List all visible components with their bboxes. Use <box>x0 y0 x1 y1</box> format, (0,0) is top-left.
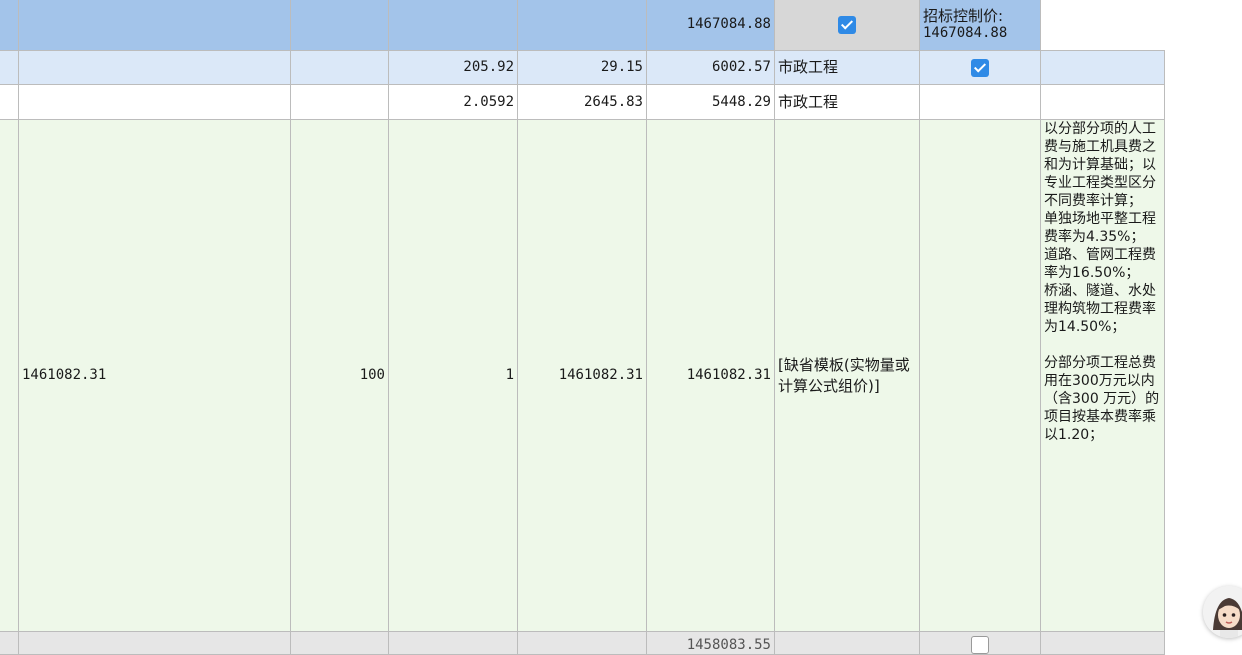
cell-remark[interactable]: 招标控制价: 1467084.88 <box>919 0 1041 51</box>
checkbox-checked-icon[interactable] <box>971 58 989 77</box>
cell-quantity[interactable]: 205.92 <box>388 50 518 85</box>
cell-unit-price[interactable]: 1461082.31 <box>517 119 647 632</box>
cell-col0[interactable] <box>18 631 291 655</box>
pricing-grid: 1467084.88 招标控制价: 1467084.88 205.92 29.1… <box>0 0 1165 655</box>
cell-check[interactable] <box>774 0 920 51</box>
cell-indicator <box>0 631 19 655</box>
remark-line: 以分部分项的人工费与施工机具费之和为计算基础；以专业工程类型区分不同费率计算； <box>1044 121 1156 209</box>
cell-category[interactable]: 市政工程 <box>774 84 920 120</box>
cell-base[interactable]: 1461082.31 <box>18 119 291 632</box>
avatar-face-icon <box>1203 586 1242 638</box>
cell-indicator <box>0 84 19 120</box>
cell-unit-price[interactable]: 2645.83 <box>517 84 647 120</box>
cell-category[interactable] <box>774 631 920 655</box>
table-row[interactable]: 2.0592 2645.83 5448.29 市政工程 <box>0 84 1165 120</box>
cell-remark[interactable] <box>1040 50 1165 85</box>
remark-line <box>1044 336 1161 354</box>
cell-col1[interactable] <box>290 631 389 655</box>
cell-col1[interactable] <box>290 0 389 51</box>
cell-check[interactable] <box>919 119 1041 632</box>
cell-rate[interactable]: 100 <box>290 119 389 632</box>
cell-col0[interactable] <box>18 84 291 120</box>
cell-col1[interactable] <box>290 84 389 120</box>
table-row[interactable]: 1458083.55 <box>0 631 1165 655</box>
cell-col0[interactable] <box>18 50 291 85</box>
cell-check[interactable] <box>919 50 1041 85</box>
checkbox-checked-icon[interactable] <box>838 15 856 34</box>
cell-category[interactable]: 市政工程 <box>774 50 920 85</box>
cell-blank <box>1040 0 1165 51</box>
cell-col1[interactable] <box>290 50 389 85</box>
cell-col3[interactable] <box>517 0 647 51</box>
cell-amount[interactable]: 6002.57 <box>646 50 775 85</box>
cell-col3[interactable] <box>517 631 647 655</box>
cell-indicator <box>0 119 19 632</box>
clipped-amount: 1458083.55 <box>686 637 771 649</box>
remark-label: 招标控制价: <box>923 6 1004 25</box>
cell-amount[interactable]: 1461082.31 <box>646 119 775 632</box>
cell-unit-price[interactable]: 29.15 <box>517 50 647 85</box>
cell-amount[interactable]: 5448.29 <box>646 84 775 120</box>
cell-col0[interactable] <box>18 0 291 51</box>
cell-quantity[interactable]: 2.0592 <box>388 84 518 120</box>
cell-template[interactable]: [缺省模板(实物量或计算公式组价)] <box>774 119 920 632</box>
cell-check[interactable] <box>919 84 1041 120</box>
cell-col2[interactable] <box>388 0 518 51</box>
cell-remark[interactable]: 以分部分项的人工费与施工机具费之和为计算基础；以专业工程类型区分不同费率计算； … <box>1040 119 1165 632</box>
remark-line: 桥涵、隧道、水处理构筑物工程费率为14.50%； <box>1044 283 1156 335</box>
assistant-avatar-icon[interactable] <box>1203 586 1242 638</box>
cell-quantity[interactable]: 1 <box>388 119 518 632</box>
remark-line: 道路、管网工程费率为16.50%； <box>1044 247 1156 281</box>
cell-col2[interactable] <box>388 631 518 655</box>
checkbox-empty-icon[interactable] <box>971 636 989 654</box>
remark-line: 分部分项工程总费用在300万元以内（含300 万元）的项目按基本费率乘以1.20… <box>1044 355 1160 443</box>
cell-amount[interactable]: 1458083.55 <box>646 631 775 655</box>
cell-indicator <box>0 50 19 85</box>
cell-total[interactable]: 1467084.88 <box>646 0 775 51</box>
table-row-selected[interactable]: 1467084.88 招标控制价: 1467084.88 <box>0 0 1165 51</box>
cell-check[interactable] <box>919 631 1041 655</box>
table-row[interactable]: 205.92 29.15 6002.57 市政工程 <box>0 50 1165 85</box>
remark-value: 1467084.88 <box>923 24 1008 41</box>
table-row[interactable]: 1461082.31 100 1 1461082.31 1461082.31 [… <box>0 119 1165 632</box>
cell-remark[interactable] <box>1040 631 1165 655</box>
cell-remark[interactable] <box>1040 84 1165 120</box>
cell-indicator <box>0 0 19 51</box>
remark-line: 单独场地平整工程费率为4.35%； <box>1044 211 1156 245</box>
